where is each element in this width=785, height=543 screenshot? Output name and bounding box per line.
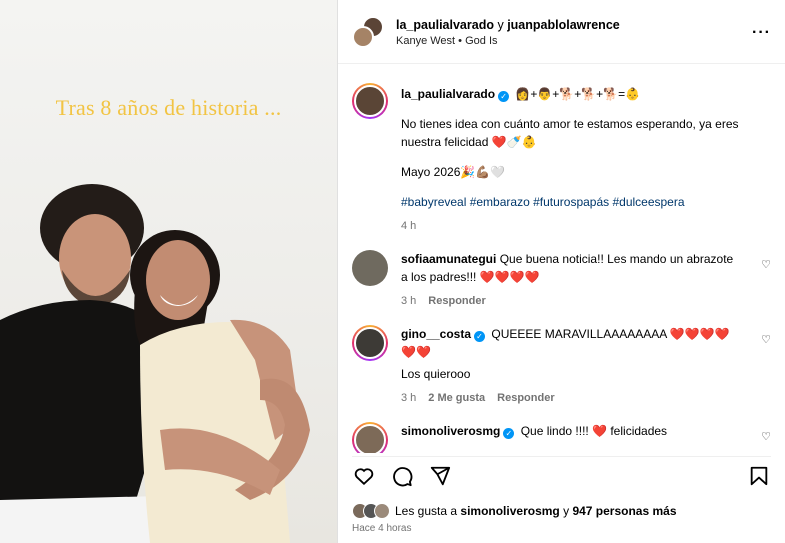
post-side-panel: la_paulialvarado y juanpablolawrence Kan… (337, 0, 785, 543)
post-header: la_paulialvarado y juanpablolawrence Kan… (338, 0, 785, 64)
verified-icon: ✓ (474, 331, 486, 342)
caption-hashtags[interactable]: #babyreveal #embarazo #futurospapás #dul… (401, 193, 771, 211)
likes-prefix: Les gusta a (395, 504, 458, 518)
comment-username[interactable]: gino__costa (401, 327, 471, 341)
avatar[interactable] (352, 250, 388, 286)
bookmark-icon[interactable] (747, 464, 771, 488)
collab-joiner: y (497, 17, 504, 32)
likes-summary[interactable]: Les gusta a simonoliverosmg y 947 person… (352, 503, 677, 519)
send-icon[interactable] (428, 464, 452, 488)
post-media[interactable]: Tras 8 años de historia ... (0, 0, 337, 543)
comment-item: simonoliverosmg ✓ Que lindo !!!! ❤️ felic… (352, 422, 771, 453)
collab-avatars[interactable] (352, 15, 384, 48)
likes-middle: y (563, 504, 570, 518)
comment-text-line2: Los quierooo (401, 367, 471, 381)
comment-time[interactable]: 3 h (401, 295, 416, 307)
caption-date-text: Mayo 2026🎉💪🏽🤍 (401, 165, 506, 179)
post-timestamp[interactable]: Hace 4 horas (352, 523, 411, 534)
comment-item: sofiaamunategui Que buena noticia!! Les … (352, 250, 771, 307)
likes-user[interactable]: simonoliverosmg (460, 504, 559, 518)
avatar (374, 503, 390, 519)
overlay-caption-text: Tras 8 años de historia ... (55, 95, 282, 120)
caption-time[interactable]: 4 h (401, 220, 416, 232)
author-username[interactable]: la_paulialvarado (396, 18, 494, 32)
avatar (352, 25, 374, 48)
heart-icon[interactable] (352, 464, 376, 488)
more-horizontal-icon[interactable]: ··· (752, 24, 771, 42)
comment-like-icon[interactable]: ♡ (761, 430, 771, 443)
comment-time[interactable]: 3 h (401, 392, 416, 404)
comment-item: gino__costa ✓ QUEEEE MARAVILLAAAAAAAA ❤️❤… (352, 325, 771, 404)
music-separator: • (458, 34, 463, 47)
couple-photo (0, 184, 310, 543)
music-song: God Is (465, 34, 498, 47)
reply-button[interactable]: Responder (428, 295, 485, 307)
comment-icon[interactable] (390, 464, 414, 488)
likes-count[interactable]: 947 personas más (572, 504, 676, 518)
collab-username[interactable]: juanpablolawrence (507, 18, 620, 32)
post-caption: la_paulialvarado ✓ 👩+👨+🐕+🐕+🐕=👶 No tienes … (352, 83, 771, 232)
caption-username[interactable]: la_paulialvarado (401, 87, 495, 101)
music-artist: Kanye West (396, 34, 456, 47)
music-info[interactable]: Kanye West • God Is (396, 35, 620, 47)
comment-username[interactable]: sofiaamunategui (401, 252, 496, 266)
comment-text: Que lindo !!!! ❤️ felicidades (520, 424, 668, 438)
verified-icon: ✓ (503, 428, 515, 439)
comment-username[interactable]: simonoliverosmg (401, 424, 500, 438)
post-actions-bar (352, 456, 771, 494)
reply-button[interactable]: Responder (497, 392, 554, 404)
avatar[interactable] (352, 325, 388, 361)
caption-emojis: 👩+👨+🐕+🐕+🐕=👶 (515, 87, 641, 101)
comment-likes-count[interactable]: 2 Me gusta (428, 392, 485, 404)
avatar[interactable] (352, 83, 388, 119)
comments-feed[interactable]: la_paulialvarado ✓ 👩+👨+🐕+🐕+🐕=👶 No tienes … (338, 75, 785, 453)
comment-like-icon[interactable]: ♡ (761, 333, 771, 346)
avatar[interactable] (352, 422, 388, 453)
caption-text: No tienes idea con cuánto amor te estamo… (401, 117, 739, 149)
verified-icon: ✓ (498, 91, 510, 102)
comment-like-icon[interactable]: ♡ (761, 258, 771, 271)
